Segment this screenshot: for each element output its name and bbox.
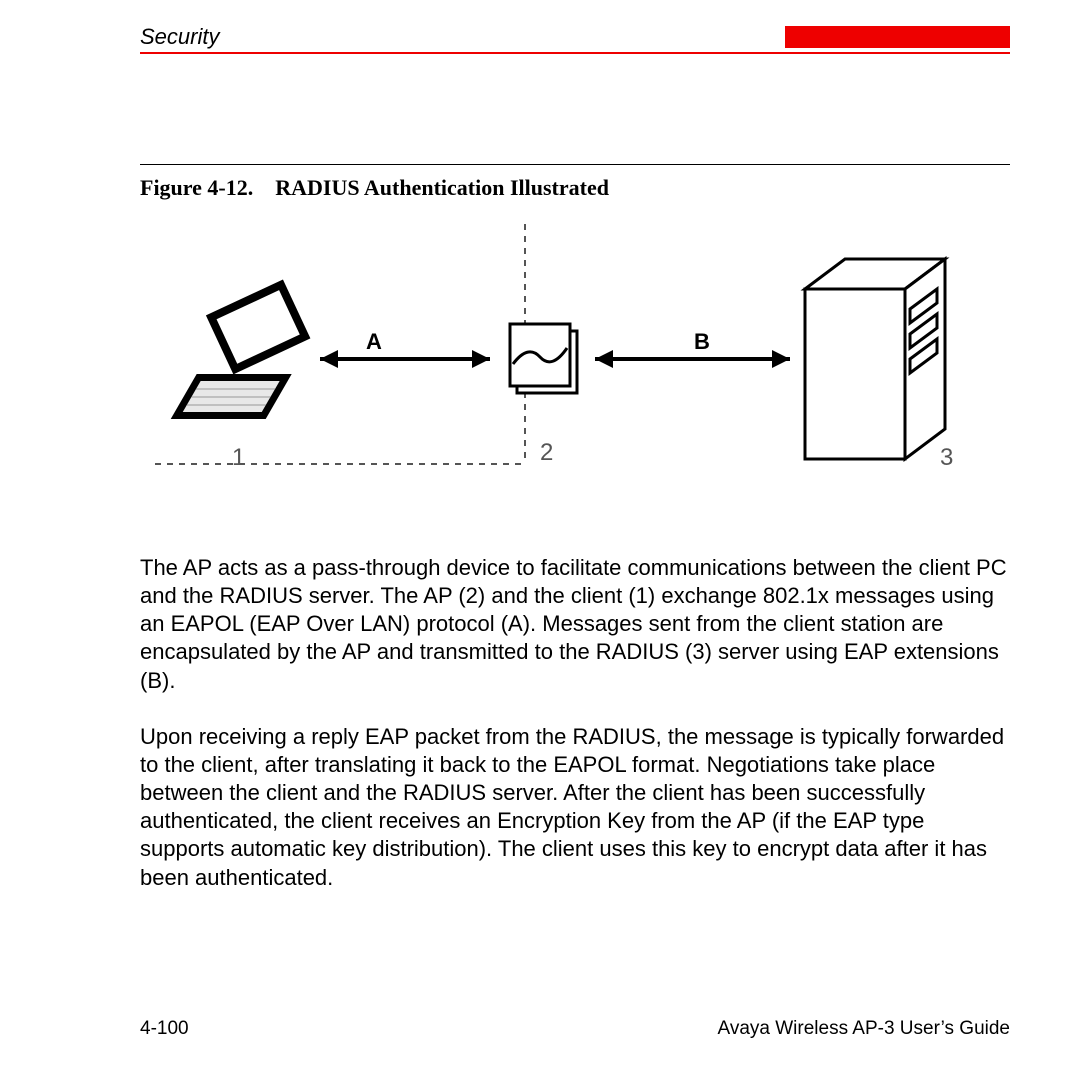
figure-label: Figure 4-12. [140, 175, 253, 200]
paragraph-1: The AP acts as a pass-through device to … [140, 554, 1010, 695]
arrow-b [595, 350, 790, 368]
radius-auth-diagram: A B 1 2 3 [150, 219, 960, 499]
header-accent-bar [785, 26, 1010, 48]
body-text: The AP acts as a pass-through device to … [140, 554, 1010, 892]
figure-top-rule [140, 164, 1010, 165]
access-point-icon [510, 324, 577, 393]
page-header: Security [140, 24, 1010, 54]
diagram-svg [150, 219, 960, 499]
page-footer: 4-100 Avaya Wireless AP-3 User’s Guide [140, 1018, 1010, 1040]
diagram-label-2: 2 [540, 439, 553, 467]
page-number: 4-100 [140, 1018, 189, 1040]
arrow-a [320, 350, 490, 368]
diagram-label-b: B [694, 329, 710, 355]
server-icon [805, 259, 945, 459]
section-title: Security [140, 24, 219, 50]
book-title: Avaya Wireless AP-3 User’s Guide [717, 1018, 1010, 1040]
diagram-label-a: A [366, 329, 382, 355]
diagram-label-1: 1 [232, 444, 245, 472]
paragraph-2: Upon receiving a reply EAP packet from t… [140, 723, 1010, 892]
figure-caption: Figure 4-12. RADIUS Authentication Illust… [140, 175, 1010, 201]
figure-title: RADIUS Authentication Illustrated [275, 175, 609, 200]
laptop-icon [171, 280, 311, 419]
diagram-label-3: 3 [940, 444, 953, 472]
